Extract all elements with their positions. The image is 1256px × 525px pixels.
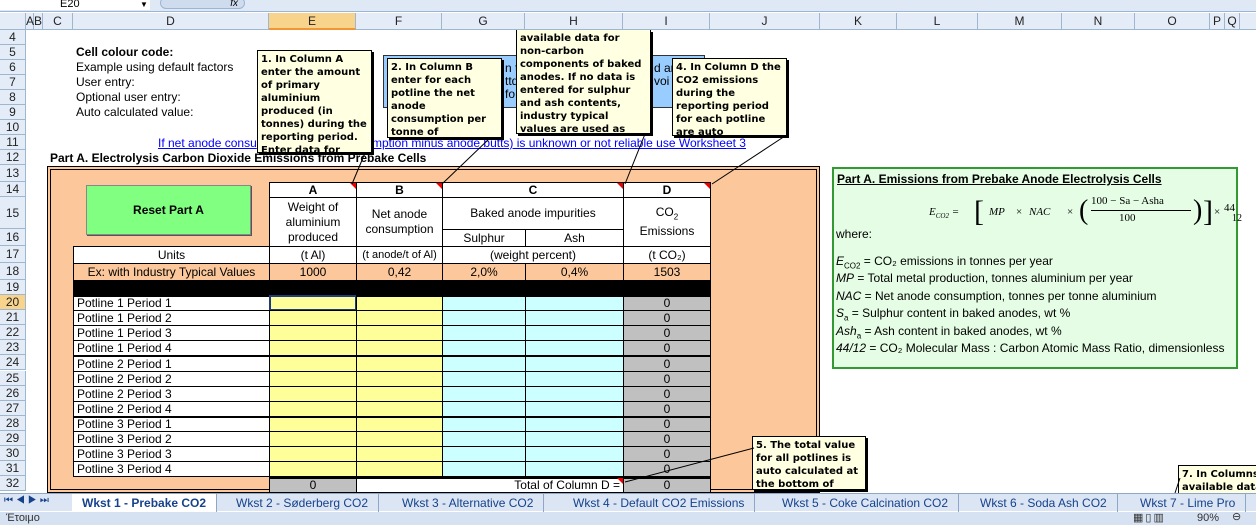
status-bar: Έτοιμο ▦▯▥ 90% ⊖: [0, 511, 1256, 525]
sheet-tab[interactable]: Wkst 5 - Coke Calcination CO2: [772, 494, 960, 512]
formula-numerator: 100 − Sa − Asha: [1091, 195, 1164, 207]
definition-symbol: 44/12: [836, 340, 867, 355]
definition-line: MP = Total metal production, tonnes alum…: [836, 272, 1224, 289]
formula-lhs: E: [929, 206, 936, 218]
definition-symbol: Ash: [836, 323, 857, 338]
info-title: Part A. Emissions from Prebake Anode Ele…: [837, 172, 1162, 186]
definition-subscript: CO2: [844, 261, 861, 271]
definition-line: Sa = Sulphur content in baked anodes, wt…: [836, 307, 1224, 324]
info-box: Part A. Emissions from Prebake Anode Ele…: [832, 167, 1242, 369]
formula-times: ×: [1016, 206, 1023, 218]
view-buttons-icon[interactable]: ▦▯▥: [1133, 512, 1166, 525]
definition-text: = Sulphur content in baked anodes, wt %: [848, 306, 1071, 321]
sheet-tab[interactable]: Wkst 1 - Prebake CO2: [72, 494, 218, 512]
tab-nav-arrows-icon[interactable]: ⏮◀▶⏭: [4, 495, 52, 506]
formula-lhs-sub: CO2: [935, 212, 949, 221]
paren-close-icon: ): [1193, 195, 1203, 226]
formula-times: ×: [1214, 206, 1221, 218]
definition-symbol: NAC: [836, 288, 862, 303]
definition-line: ECO2 = CO₂ emissions in tonnes per year: [836, 255, 1224, 272]
formula-eq: =: [951, 206, 960, 218]
status-mode: Έτοιμο: [6, 512, 40, 524]
definitions: ECO2 = CO₂ emissions in tonnes per year M…: [836, 255, 1224, 359]
fraction-line: [1091, 210, 1191, 211]
formula-ratio-den: 12: [1232, 213, 1242, 224]
sheet-tab-bar: ⏮◀▶⏭ Wkst 1 - Prebake CO2 Wkst 2 - Søderb…: [0, 493, 1256, 512]
definition-line: NAC = Net anode consumption, tonnes per …: [836, 288, 1224, 307]
definition-text: = CO₂ emissions in tonnes per year: [860, 254, 1053, 268]
definition-text: = Total metal production, tonnes alumini…: [854, 271, 1133, 286]
formula: ECO2 = [ MP × NAC × ( 100 − Sa − Asha 10…: [929, 195, 1242, 231]
paren-open-icon: (: [1079, 195, 1089, 226]
definition-text: = CO₂ Molecular Mass : Carbon Atomic Mas…: [866, 340, 1225, 355]
formula-denominator: 100: [1119, 212, 1136, 224]
formula-mp: MP: [989, 206, 1005, 218]
definition-symbol: S: [836, 306, 845, 321]
sheet-tab[interactable]: Wkst 6 - Soda Ash CO2: [970, 494, 1118, 512]
sheet-tab[interactable]: Wkst 2 - Søderberg CO2: [226, 494, 380, 512]
definition-line: 44/12 = CO₂ Molecular Mass : Carbon Atom…: [836, 340, 1225, 359]
definition-symbol: E: [836, 254, 845, 268]
zoom-level[interactable]: 90%: [1197, 512, 1219, 525]
definition-text: = Net anode consumption, tonnes per tonn…: [861, 288, 1157, 303]
formula-nac: NAC: [1029, 206, 1051, 218]
sheet-tab[interactable]: Wkst 4 - Default CO2 Emissions: [563, 494, 756, 512]
definition-symbol: MP: [836, 271, 854, 286]
sheet-tab[interactable]: Wkst 3 - Alternative CO2: [392, 494, 545, 512]
definition-text: = Ash content in baked anodes, wt %: [861, 323, 1062, 338]
bracket-open-icon: [: [974, 195, 984, 228]
bracket-close-icon: ]: [1203, 195, 1213, 228]
where-label: where:: [836, 227, 873, 241]
definition-line: Asha = Ash content in baked anodes, wt %: [836, 323, 1224, 342]
sheet-tab[interactable]: Wkst 7 - Lime Pro: [1130, 494, 1247, 512]
formula-times: ×: [1067, 206, 1074, 218]
zoom-out-icon[interactable]: ⊖: [1232, 511, 1241, 524]
